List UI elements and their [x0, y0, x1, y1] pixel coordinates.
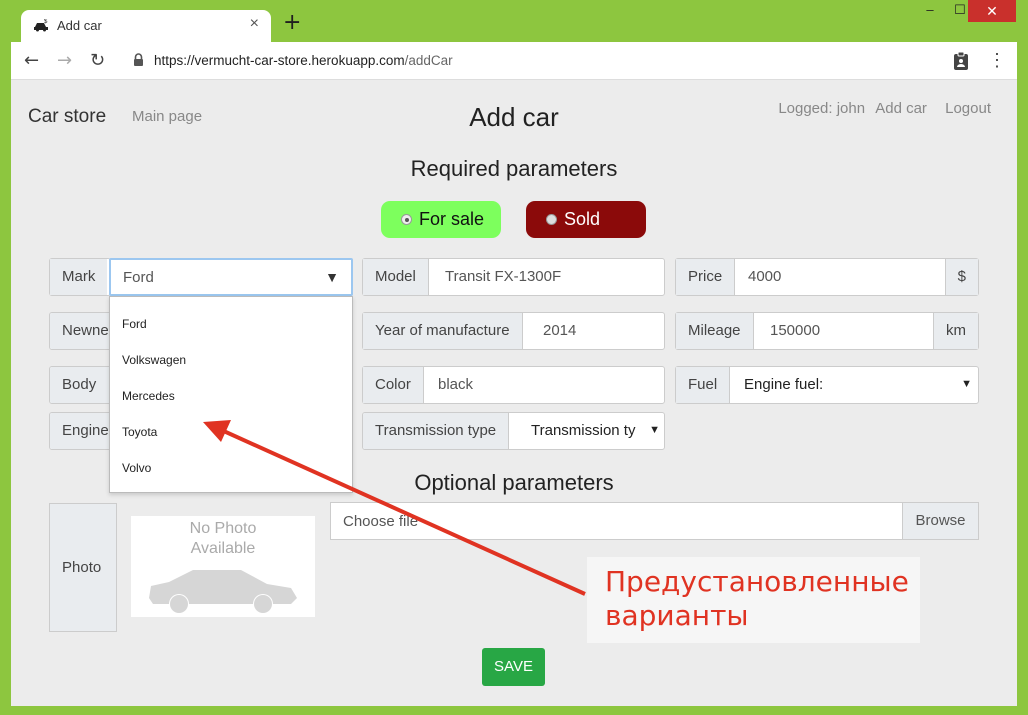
transmission-select[interactable]: Transmission tу	[531, 422, 639, 439]
close-window-icon[interactable]: ✕	[968, 0, 1016, 22]
tab-strip: $ Add car × +	[11, 0, 1017, 42]
mark-select[interactable]: Ford ▼	[109, 258, 353, 296]
car-icon: $	[34, 19, 48, 32]
menu-icon[interactable]: ⋮	[988, 50, 1006, 71]
tab-title: Add car	[57, 18, 102, 33]
select-caret-icon: ▼	[649, 424, 660, 436]
annotation-callout: Предустановленные варианты	[587, 557, 920, 643]
mark-dropdown-list: Ford Volkswagen Mercedes Toyota Volvo	[109, 296, 353, 493]
window-frame: $ Add car × + – ☐ ✕ ← → ↻ https://vermuc…	[0, 0, 1028, 715]
color-input[interactable]: black	[438, 376, 473, 393]
mileage-unit: km	[933, 313, 978, 349]
price-input[interactable]: 4000	[748, 268, 781, 285]
file-input[interactable]: Choose file Browse	[330, 502, 979, 540]
sold-radio[interactable]: Sold	[526, 201, 646, 238]
for-sale-radio[interactable]: For sale	[381, 201, 501, 238]
transmission-group: Transmission type Transmission tу ▼	[362, 412, 665, 450]
mark-group: Mark	[49, 258, 111, 296]
callout-line-1: Предустановленные	[605, 565, 909, 598]
browser-tab[interactable]: $ Add car ×	[21, 10, 271, 42]
mileage-group: Mileage 150000 km	[675, 312, 979, 350]
year-label: Year of manufacture	[363, 313, 523, 349]
user-nav: Logged: john Add car Logout	[772, 100, 991, 117]
year-input[interactable]: 2014	[543, 322, 576, 339]
car-silhouette-icon	[149, 570, 297, 613]
mark-label: Mark	[50, 259, 108, 295]
mark-value: Ford	[123, 269, 154, 286]
logout-link[interactable]: Logout	[945, 100, 991, 117]
add-car-link[interactable]: Add car	[875, 100, 927, 117]
lock-icon	[134, 53, 143, 66]
forward-icon[interactable]: →	[57, 50, 72, 71]
close-tab-icon[interactable]: ×	[250, 15, 259, 33]
fuel-group: Fuel Engine fuel: ▼	[675, 366, 979, 404]
color-group: Color black	[362, 366, 665, 404]
callout-line-2: варианты	[605, 599, 749, 632]
select-caret-icon: ▼	[961, 378, 972, 390]
dropdown-triangle-icon: ▼	[325, 269, 339, 285]
model-group: Model Transit FX-1300F	[362, 258, 665, 296]
option-volkswagen[interactable]: Volkswagen	[122, 353, 186, 367]
sold-label: Sold	[564, 209, 601, 229]
body-type-group: Body ty	[49, 366, 111, 404]
fuel-label: Fuel	[676, 367, 731, 403]
body-type-label: Body ty	[50, 367, 110, 403]
year-group: Year of manufacture 2014	[362, 312, 665, 350]
new-tab-button[interactable]: +	[283, 10, 301, 35]
no-photo-image: No Photo Available	[131, 516, 315, 617]
address-bar[interactable]: https://vermucht-car-store.herokuapp.com…	[154, 53, 453, 68]
logged-user: Logged: john	[778, 100, 866, 117]
for-sale-label: For sale	[419, 209, 485, 229]
file-placeholder: Choose file	[343, 513, 419, 530]
newness-group: Newne	[49, 312, 111, 350]
clipboard-icon[interactable]	[952, 51, 970, 71]
radio-unchecked-icon	[546, 214, 557, 225]
browser-toolbar: ← → ↻ https://vermucht-car-store.herokua…	[11, 42, 1017, 80]
no-photo-text: No Photo	[189, 520, 257, 537]
engine-group: Engine	[49, 412, 111, 450]
engine-label: Engine	[50, 413, 110, 449]
price-group: Price 4000 $	[675, 258, 979, 296]
page-content: Car store Main page Add car Logged: john…	[11, 80, 1017, 706]
browse-button[interactable]: Browse	[902, 503, 978, 539]
photo-label-box: Photo	[49, 503, 117, 632]
price-unit: $	[944, 259, 978, 295]
option-mercedes[interactable]: Mercedes	[122, 389, 175, 403]
fuel-select[interactable]: Engine fuel:	[744, 376, 823, 393]
option-toyota[interactable]: Toyota	[122, 425, 157, 439]
reload-icon[interactable]: ↻	[90, 50, 105, 71]
model-label: Model	[363, 259, 429, 295]
option-ford[interactable]: Ford	[122, 317, 147, 331]
no-photo-available-text: Available	[190, 540, 256, 557]
save-button[interactable]: SAVE	[482, 648, 545, 686]
optional-params-title: Optional parameters	[414, 470, 614, 495]
mileage-input[interactable]: 150000	[770, 322, 820, 339]
photo-label: Photo	[62, 559, 102, 576]
newness-label: Newne	[50, 313, 110, 349]
color-label: Color	[363, 367, 424, 403]
back-icon[interactable]: ←	[24, 50, 39, 71]
required-params-title: Required parameters	[410, 156, 618, 181]
price-label: Price	[676, 259, 736, 295]
radio-checked-icon	[401, 214, 412, 225]
svg-text:$: $	[44, 19, 48, 25]
transmission-label: Transmission type	[363, 413, 510, 449]
minimize-icon[interactable]: –	[915, 2, 945, 24]
model-input[interactable]: Transit FX-1300F	[445, 268, 561, 285]
mileage-label: Mileage	[676, 313, 754, 349]
